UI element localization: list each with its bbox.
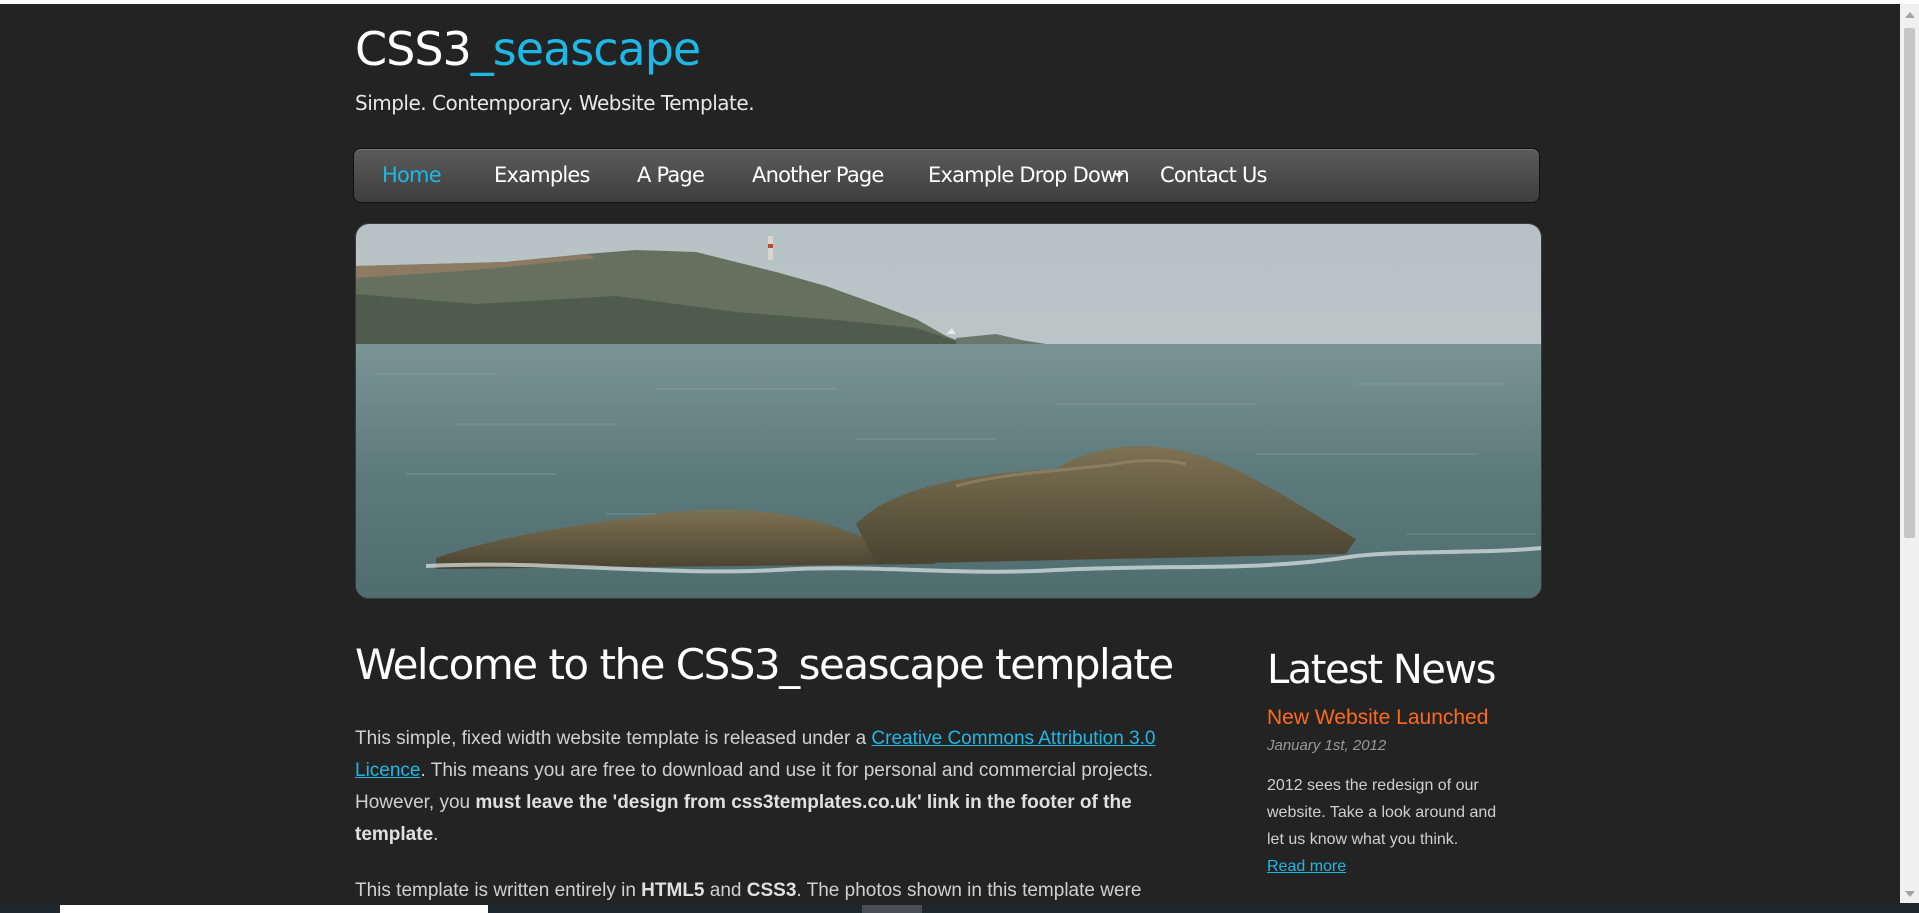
taskbar-segment — [862, 905, 922, 913]
news-text: 2012 sees the redesign of our website. T… — [1267, 777, 1497, 848]
page-title: Welcome to the CSS3_seascape template — [355, 640, 1174, 689]
main-menu: Home Examples A Page Another Page Exampl… — [353, 148, 1540, 203]
news-date: January 1st, 2012 — [1267, 737, 1387, 754]
scrollbar-thumb[interactable] — [1904, 28, 1915, 538]
site-logo[interactable]: CSS3_seascape — [355, 22, 701, 76]
template-text: and — [704, 880, 747, 901]
taskbar-strip — [0, 905, 1919, 913]
nav-item-examples[interactable]: Examples — [494, 149, 590, 202]
css3-bold: CSS3 — [746, 880, 797, 901]
html5-bold: HTML5 — [641, 880, 705, 901]
logo-main-text: CSS3 — [355, 22, 472, 76]
taskbar-segment — [60, 905, 488, 913]
template-text: This template is written entirely in — [355, 880, 642, 901]
scroll-down-icon[interactable] — [1905, 891, 1915, 897]
nav-item-home[interactable]: Home — [382, 149, 442, 202]
nav-item-label: Example Drop Down — [928, 163, 1130, 187]
template-paragraph: This template is written entirely in HTM… — [355, 875, 1180, 907]
logo-accent-text: _seascape — [470, 22, 701, 76]
site-slogan: Simple. Contemporary. Website Template. — [355, 91, 755, 115]
intro-paragraph: This simple, fixed width website templat… — [355, 723, 1180, 851]
banner-image — [355, 223, 1542, 599]
top-border — [0, 0, 1919, 4]
intro-text: . — [433, 824, 439, 845]
dropdown-caret-icon — [1114, 173, 1124, 178]
scroll-up-icon[interactable] — [1905, 12, 1915, 18]
nav-item-a-page[interactable]: A Page — [637, 149, 705, 202]
intro-text: This simple, fixed width website templat… — [355, 728, 872, 749]
news-title: New Website Launched — [1267, 706, 1489, 729]
template-text: . The photos shown in this template were — [796, 880, 1142, 901]
news-body: 2012 sees the redesign of our website. T… — [1267, 772, 1512, 880]
nav-item-contact-us[interactable]: Contact Us — [1160, 149, 1268, 202]
nav-item-example-drop-down[interactable]: Example Drop Down — [928, 149, 1130, 202]
vertical-scrollbar[interactable] — [1900, 4, 1919, 903]
sidebar-title: Latest News — [1267, 647, 1496, 693]
read-more-link[interactable]: Read more — [1267, 858, 1346, 875]
nav-item-another-page[interactable]: Another Page — [752, 149, 884, 202]
